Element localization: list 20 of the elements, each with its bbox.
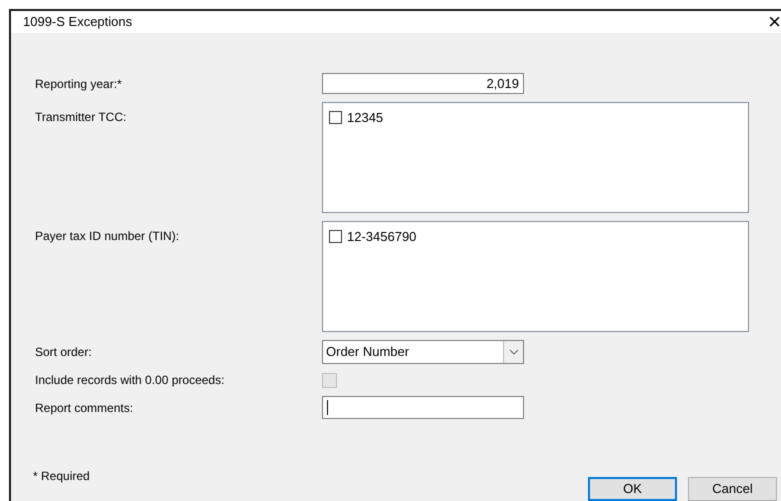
required-note: * Required [33, 468, 91, 485]
sort-dropdown[interactable]: Order Number [322, 340, 524, 364]
close-button[interactable]: × [768, 11, 781, 33]
field-label: Transmitter TCC: [35, 109, 128, 126]
field-label: Include records with 0.00 proceeds: [35, 372, 226, 389]
field-label: Sort order: [35, 344, 93, 361]
checkbox[interactable] [329, 111, 342, 124]
field-label: Report comments: [35, 400, 134, 416]
comments-field[interactable] [322, 396, 524, 419]
checkbox[interactable] [329, 230, 342, 244]
window-title: 1099-S Exceptions [23, 13, 134, 32]
field-label: Payer tax ID number (TIN): [35, 228, 180, 245]
checklist-item-label: 12345 [347, 109, 384, 127]
dialog-button[interactable]: Cancel [688, 477, 777, 501]
text-cursor [327, 400, 328, 415]
chevron-down-icon [503, 341, 523, 363]
dialog-button[interactable]: OK [588, 477, 677, 501]
field-label: Reporting year:* [35, 76, 123, 92]
year-field[interactable]: 2,019 [322, 73, 524, 94]
checklist-item-label: 12-3456790 [347, 228, 416, 246]
